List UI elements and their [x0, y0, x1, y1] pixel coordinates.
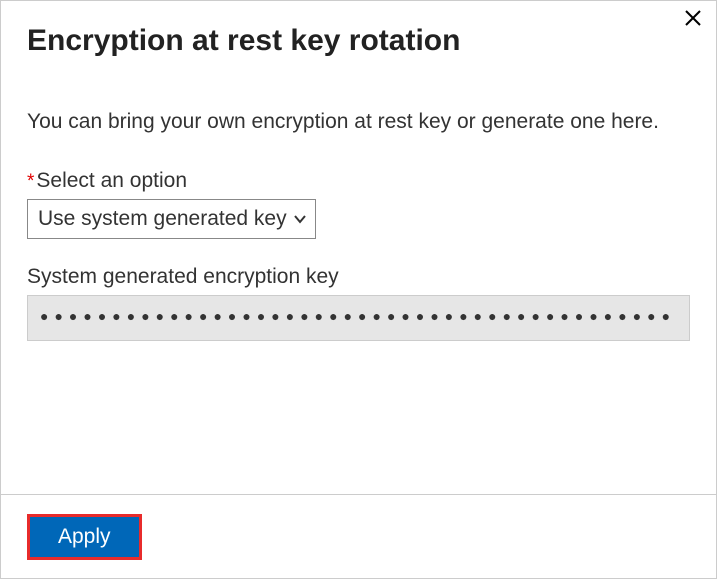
generated-key-display: ●●●●●●●●●●●●●●●●●●●●●●●●●●●●●●●●●●●●●●●●…: [27, 295, 690, 341]
key-field-group: System generated encryption key ●●●●●●●●…: [27, 265, 690, 341]
option-select[interactable]: Use system generated key: [27, 199, 316, 239]
chevron-down-icon: [293, 211, 307, 228]
key-field-label: System generated encryption key: [27, 265, 690, 289]
dialog-description: You can bring your own encryption at res…: [27, 107, 690, 137]
option-field-label: *Select an option: [27, 169, 690, 193]
close-icon: [684, 7, 702, 32]
apply-button[interactable]: Apply: [27, 514, 142, 560]
option-label-text: Select an option: [36, 169, 187, 192]
dialog-title: Encryption at rest key rotation: [27, 23, 690, 59]
option-select-value: Use system generated key: [38, 207, 287, 231]
dialog-content: Encryption at rest key rotation You can …: [1, 1, 716, 494]
close-button[interactable]: [680, 7, 706, 33]
key-rotation-dialog: Encryption at rest key rotation You can …: [0, 0, 717, 579]
option-field-group: *Select an option Use system generated k…: [27, 169, 690, 239]
dialog-footer: Apply: [1, 494, 716, 578]
required-indicator: *: [27, 171, 34, 192]
